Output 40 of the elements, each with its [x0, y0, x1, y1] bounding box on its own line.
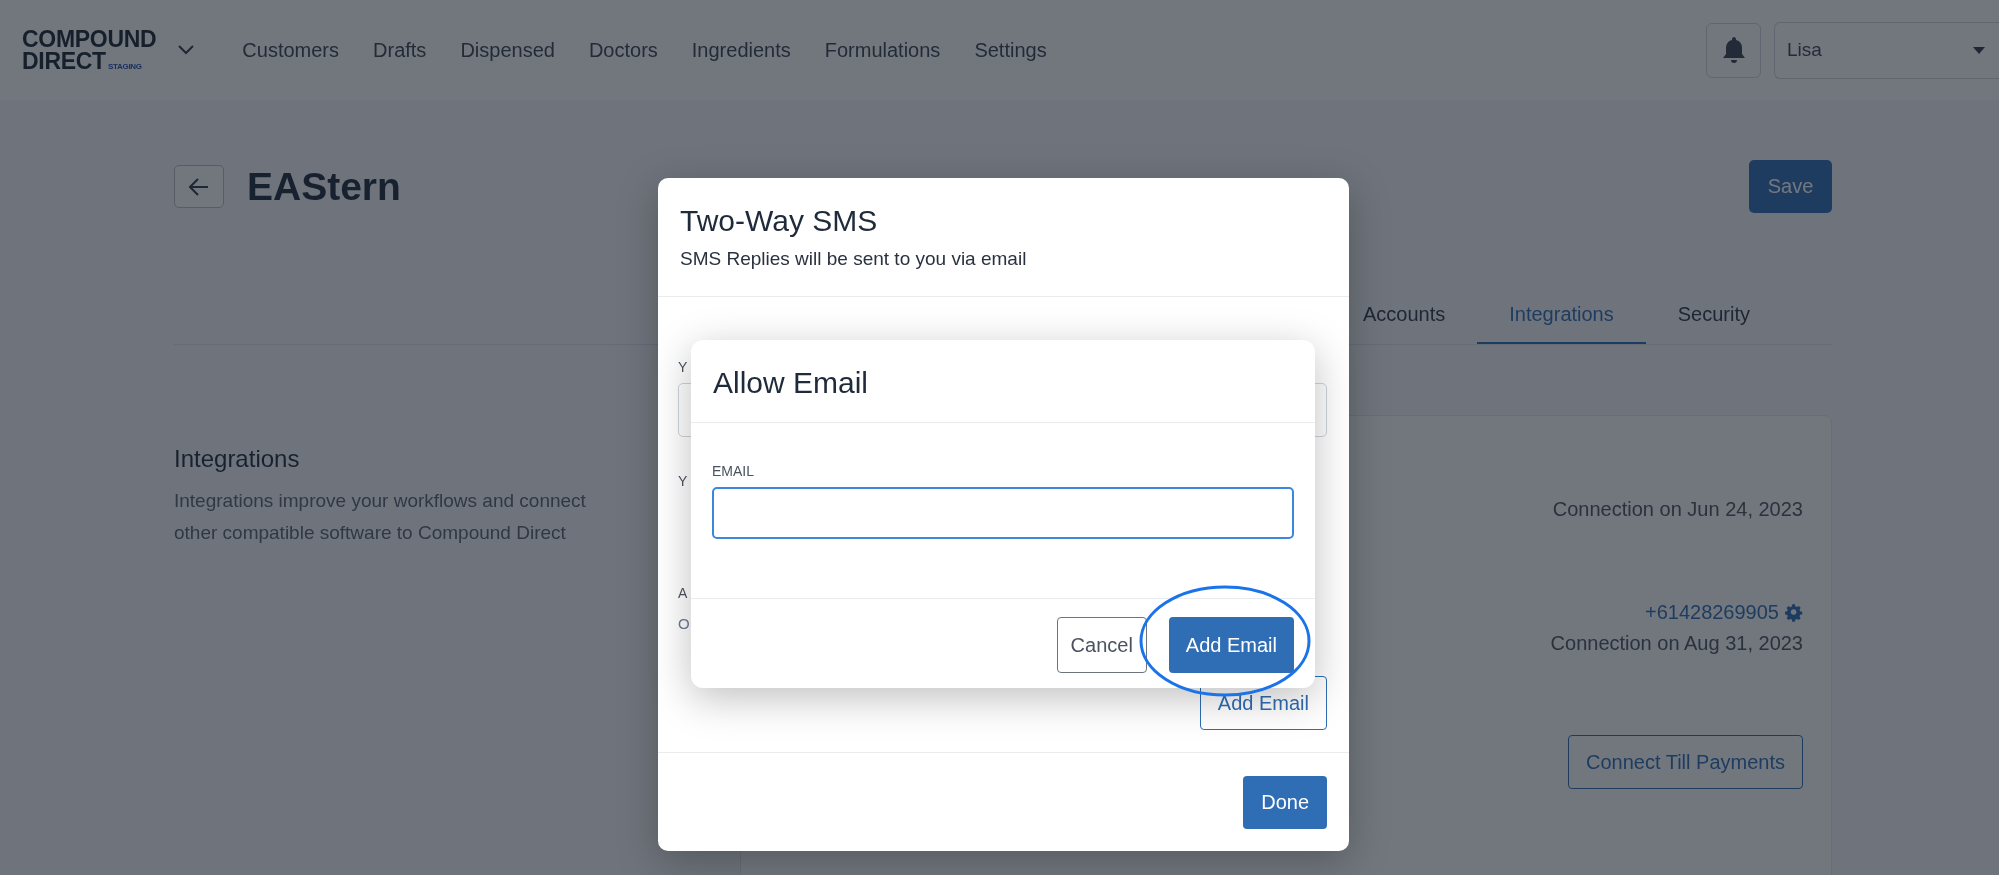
field-label: A [678, 585, 688, 601]
field-value: O [678, 615, 690, 632]
field-label: Y [678, 473, 688, 489]
email-field[interactable] [712, 487, 1294, 539]
arrow-left-icon [189, 177, 209, 196]
user-select[interactable]: Lisa [1774, 21, 1999, 79]
field-label: EMAIL [712, 463, 754, 479]
notification-button[interactable] [1706, 22, 1761, 78]
nav-link[interactable]: Formulations [824, 38, 941, 62]
connect-button[interactable]: Connect Till Payments [1568, 735, 1803, 789]
done-button[interactable]: Done [1243, 776, 1327, 829]
field-label: Y [678, 359, 688, 375]
nav-link[interactable]: Settings [974, 38, 1047, 62]
bell-icon [1721, 36, 1746, 64]
nav-link[interactable]: Drafts [373, 38, 427, 62]
nav-link[interactable]: Dispensed [460, 38, 555, 62]
connection-date: Connection on Jun 24, 2023 [1552, 498, 1803, 521]
nav-link[interactable]: Doctors [588, 38, 658, 62]
dialog-title: Allow Email [713, 366, 870, 400]
chevron-down-icon[interactable] [178, 45, 195, 55]
back-button[interactable] [174, 165, 224, 208]
nav-link[interactable]: Ingredients [691, 38, 791, 62]
section-description: other compatible software to Compound Direct [174, 521, 566, 545]
section-description: Integrations improve your workflows and connect [174, 489, 586, 513]
dialog-subtitle: SMS Replies will be sent to you via email [680, 248, 1028, 270]
caret-down-icon [1973, 46, 1985, 54]
tab[interactable]: Security [1645, 295, 1782, 344]
logo-text: DIRECT [22, 50, 106, 72]
connection-date: Connection on Aug 31, 2023 [1550, 632, 1803, 655]
section-heading: Integrations [174, 445, 300, 473]
dialog-title: Two-Way SMS [680, 204, 879, 238]
cancel-button[interactable]: Cancel [1056, 617, 1147, 673]
add-email-button[interactable]: Add Email [1168, 617, 1294, 673]
page-title: EAStern [247, 164, 401, 209]
phone-link[interactable]: +61428269905 [1644, 601, 1803, 624]
logo-text: COMPOUND [22, 28, 157, 50]
tab[interactable]: Integrations [1477, 295, 1646, 344]
nav-link[interactable]: Customers [242, 38, 340, 62]
gear-icon [1785, 603, 1803, 622]
save-button[interactable]: Save [1749, 160, 1832, 213]
